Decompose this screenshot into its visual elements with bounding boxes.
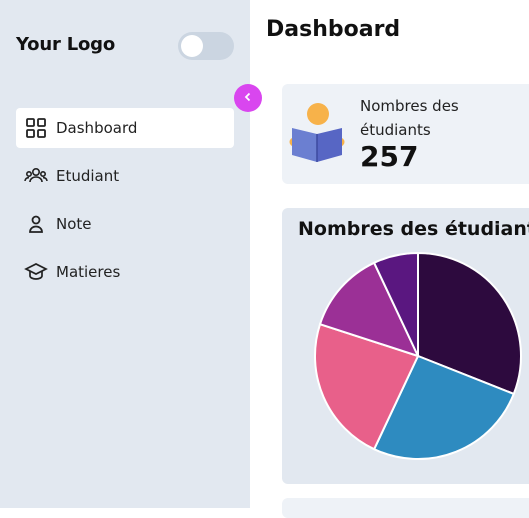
sidebar-item-dashboard[interactable]: Dashboard [16, 108, 234, 148]
sidebar: Your Logo Dashboard Etudiant Note Matier… [0, 0, 250, 508]
pie-chart [314, 251, 522, 460]
stat-label: Nombres des étudiants [360, 97, 459, 139]
sidebar-item-label: Dashboard [56, 119, 138, 137]
bottom-card [282, 498, 529, 518]
users-icon [24, 164, 48, 188]
user-icon [24, 212, 48, 236]
page-title: Dashboard [266, 17, 401, 42]
sidebar-item-label: Etudiant [56, 167, 120, 185]
grid-icon [24, 116, 48, 140]
theme-toggle[interactable] [178, 32, 234, 60]
collapse-sidebar-button[interactable] [234, 84, 262, 112]
sidebar-item-etudiant[interactable]: Etudiant [16, 156, 234, 196]
sidebar-item-label: Note [56, 215, 92, 233]
sidebar-item-note[interactable]: Note [16, 204, 234, 244]
reading-student-icon [288, 102, 346, 164]
chevron-left-icon [241, 89, 255, 108]
sidebar-item-label: Matieres [56, 263, 121, 281]
toggle-knob [181, 35, 203, 57]
sidebar-item-matieres[interactable]: Matieres [16, 252, 234, 292]
main-content: Dashboard Nombres des étudiants 257 Nomb… [250, 0, 529, 518]
logo-text: Your Logo [16, 34, 115, 55]
chart-title: Nombres des étudiants [298, 218, 529, 240]
student-count-card: Nombres des étudiants 257 [282, 84, 529, 184]
graduation-cap-icon [24, 260, 48, 284]
chart-card: Nombres des étudiants [282, 208, 529, 484]
stat-value: 257 [360, 140, 419, 173]
sidebar-nav: Dashboard Etudiant Note Matieres [16, 108, 234, 300]
